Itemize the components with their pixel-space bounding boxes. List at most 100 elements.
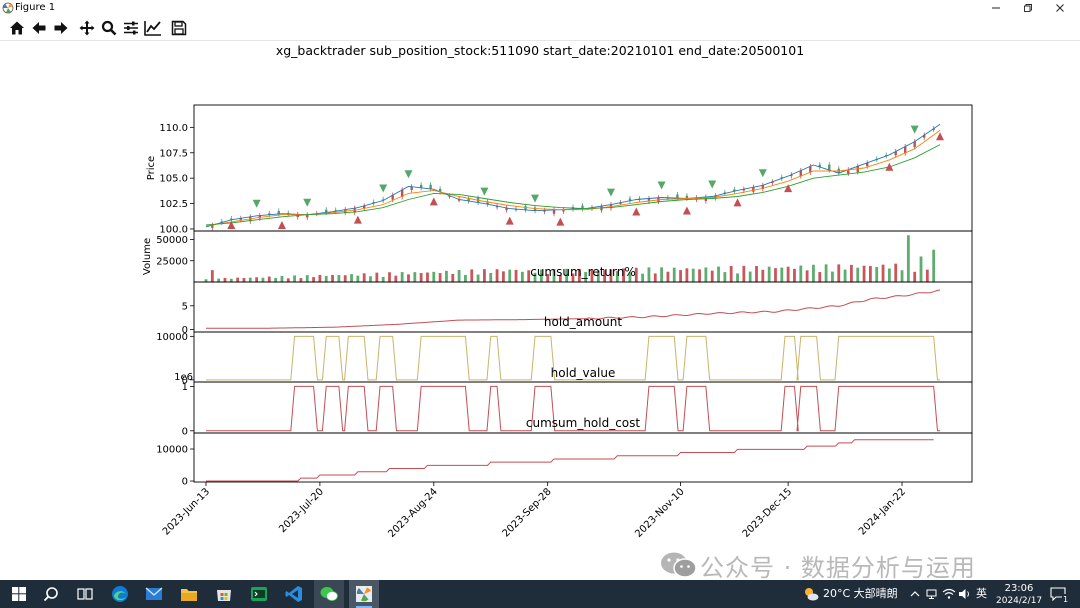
volume-bar [489,272,493,282]
hold-cost-ytick-label: 10000 [156,445,188,456]
volume-bar [286,278,290,282]
hold-cost-ytick-label: 0 [182,477,188,488]
edge-browser-icon [112,586,128,602]
volume-bar [723,272,727,282]
ime-indicator[interactable]: 英 [976,588,987,600]
volume-bar [805,270,809,282]
start-button[interactable] [6,580,32,608]
volume-bar [862,265,866,282]
volume-bar [407,274,410,282]
x-tick-label: 2024-Jan-22 [857,486,908,537]
volume-bar [831,271,834,282]
candle-body [676,194,679,199]
taskbar-edge[interactable] [107,580,133,608]
price-panel-bg [194,105,972,231]
volume-bar [906,235,910,282]
task-view-button[interactable] [72,580,98,608]
matplotlib-taskbar-icon [356,586,372,602]
volume-bar [837,264,841,282]
price-ytick-label: 105.0 [159,174,188,185]
return-ytick-label: 5 [182,301,188,312]
volume-bar [356,275,360,282]
taskbar-vscode[interactable] [281,580,307,608]
taskbar-wechat[interactable] [314,580,344,608]
subplot-frame [193,432,973,483]
volume-bar [210,270,214,282]
volume-bar [520,271,524,282]
volume-bar [660,267,663,282]
volume-bar [704,267,708,282]
volume-bar [685,268,689,282]
volume-bar [672,267,676,282]
volume-bar [445,270,448,282]
volume-bar [369,276,372,282]
volume-bar [426,272,429,282]
volume-bar [413,272,417,282]
search-button[interactable] [38,580,64,608]
watermark: 公众号 · 数据分析与运用 [658,548,976,582]
weather-text[interactable]: 20°C 大部晴朗 [823,588,898,600]
hold-value-ytick-label: 1 [182,382,188,393]
volume-bar [242,278,246,282]
volume-bar [248,277,252,282]
volume-bar [774,268,777,282]
taskbar-matplotlib-figure[interactable] [349,580,379,608]
figure-canvas[interactable]: 100.0 102.5 105.0 107.5 110.0 Price 25000 50000… [0,0,1080,608]
volume-bar [343,275,347,282]
volume-bar [780,267,784,282]
volume-bar [514,269,518,282]
taskbar-terminal-app[interactable] [246,580,272,608]
notification-count: 1 [1062,594,1070,606]
x-tick-label: 2023-Sep-28 [501,486,554,539]
volume-bar [375,272,379,282]
volume-bar [900,270,904,282]
volume-bar [483,269,486,282]
taskbar-mail[interactable] [141,580,167,608]
volume-bar [362,273,366,282]
volume-axis-label: Volume [142,238,153,275]
taskbar-store[interactable] [211,580,237,608]
windows-taskbar: 20°C 大部晴朗 英 23:06 2024/2/17 1 [0,580,1080,608]
volume-tray-icon[interactable] [958,580,972,608]
volume-bar [913,271,917,282]
tray-overflow-button[interactable] [908,580,922,608]
volume-bar [679,270,682,282]
vscode-icon [285,586,302,602]
x-tick-label: 2023-Jul-20 [277,486,326,535]
volume-bar [691,268,695,282]
volume-bar [495,269,499,282]
volume-bar [793,268,796,282]
volume-bar [280,275,284,282]
cumsum-return-title: cumsum_return% [530,265,636,279]
volume-bar [786,266,790,282]
network-tray-icon[interactable] [926,580,940,608]
clock[interactable]: 23:06 2024/2/17 [996,582,1042,606]
volume-bar [236,277,240,282]
volume-bar [388,272,391,282]
volume-bar [229,278,233,282]
volume-bar [324,276,328,282]
volume-bar [305,275,309,282]
taskbar-file-explorer[interactable] [176,580,202,608]
search-icon [43,587,58,602]
x-tick-label: 2023-Dec-15 [741,486,795,540]
store-icon [217,590,231,601]
partly-sunny-icon [805,588,819,601]
candle-body [552,209,556,214]
weather-widget[interactable] [802,580,820,608]
volume-bar [767,266,771,282]
volume-bar [400,272,404,282]
volume-bar [457,269,461,282]
folder-icon [181,588,197,601]
hold-value-ytick-label: 0 [182,426,188,437]
volume-bar [698,269,701,282]
volume-bar [932,249,936,282]
price-ytick-label: 102.5 [159,199,188,210]
price-ytick-label: 107.5 [159,148,188,159]
volume-bar [470,269,474,282]
wifi-tray-icon[interactable] [942,580,956,608]
volume-ytick-label: 25000 [156,256,188,267]
volume-bar [223,277,227,282]
volume-bar [755,266,758,282]
volume-bar [451,273,455,282]
